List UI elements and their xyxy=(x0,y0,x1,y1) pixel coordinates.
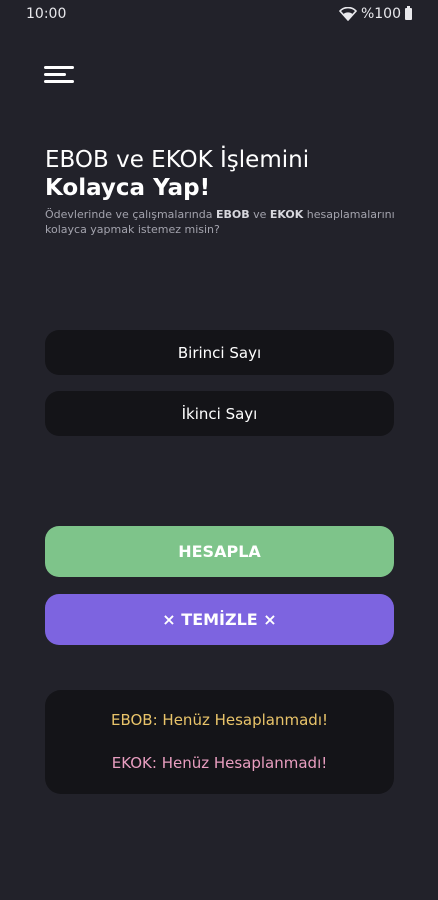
battery-icon xyxy=(405,6,412,20)
calculate-button[interactable]: HESAPLA xyxy=(45,526,394,577)
subtitle-text-2: ve xyxy=(249,208,270,221)
status-time: 10:00 xyxy=(26,6,67,22)
first-number-placeholder: Birinci Sayı xyxy=(177,343,262,362)
clear-button-label: × TEMİZLE × xyxy=(162,610,277,629)
second-number-placeholder: İkinci Sayı xyxy=(181,404,258,423)
ebob-result: EBOB: Henüz Hesaplanmadı! xyxy=(111,711,328,729)
status-bar: 10:00 %100 xyxy=(0,0,438,28)
subtitle-ebob: EBOB xyxy=(215,208,250,221)
clear-button[interactable]: × TEMİZLE × xyxy=(45,594,394,645)
first-number-input[interactable]: Birinci Sayı xyxy=(45,330,394,375)
title-line-1: EBOB ve EKOK İşlemini xyxy=(45,147,310,173)
result-panel: EBOB: Henüz Hesaplanmadı! EKOK: Henüz He… xyxy=(45,690,394,794)
subtitle-text-1: Ödevlerinde ve çalışmalarında xyxy=(45,208,216,221)
ekok-result: EKOK: Henüz Hesaplanmadı! xyxy=(111,754,328,772)
title-line-2: Kolayca Yap! xyxy=(45,175,211,201)
status-indicators: %100 xyxy=(338,6,412,22)
wifi-icon xyxy=(338,7,357,21)
calculate-button-label: HESAPLA xyxy=(178,542,261,561)
subtitle-ekok: EKOK xyxy=(269,208,304,221)
page-title: EBOB ve EKOK İşlemini Kolayca Yap! xyxy=(45,146,405,202)
menu-icon[interactable] xyxy=(44,66,76,83)
battery-text: %100 xyxy=(360,6,401,22)
page-subtitle: Ödevlerinde ve çalışmalarında EBOB ve EK… xyxy=(45,207,405,237)
second-number-input[interactable]: İkinci Sayı xyxy=(45,391,394,436)
